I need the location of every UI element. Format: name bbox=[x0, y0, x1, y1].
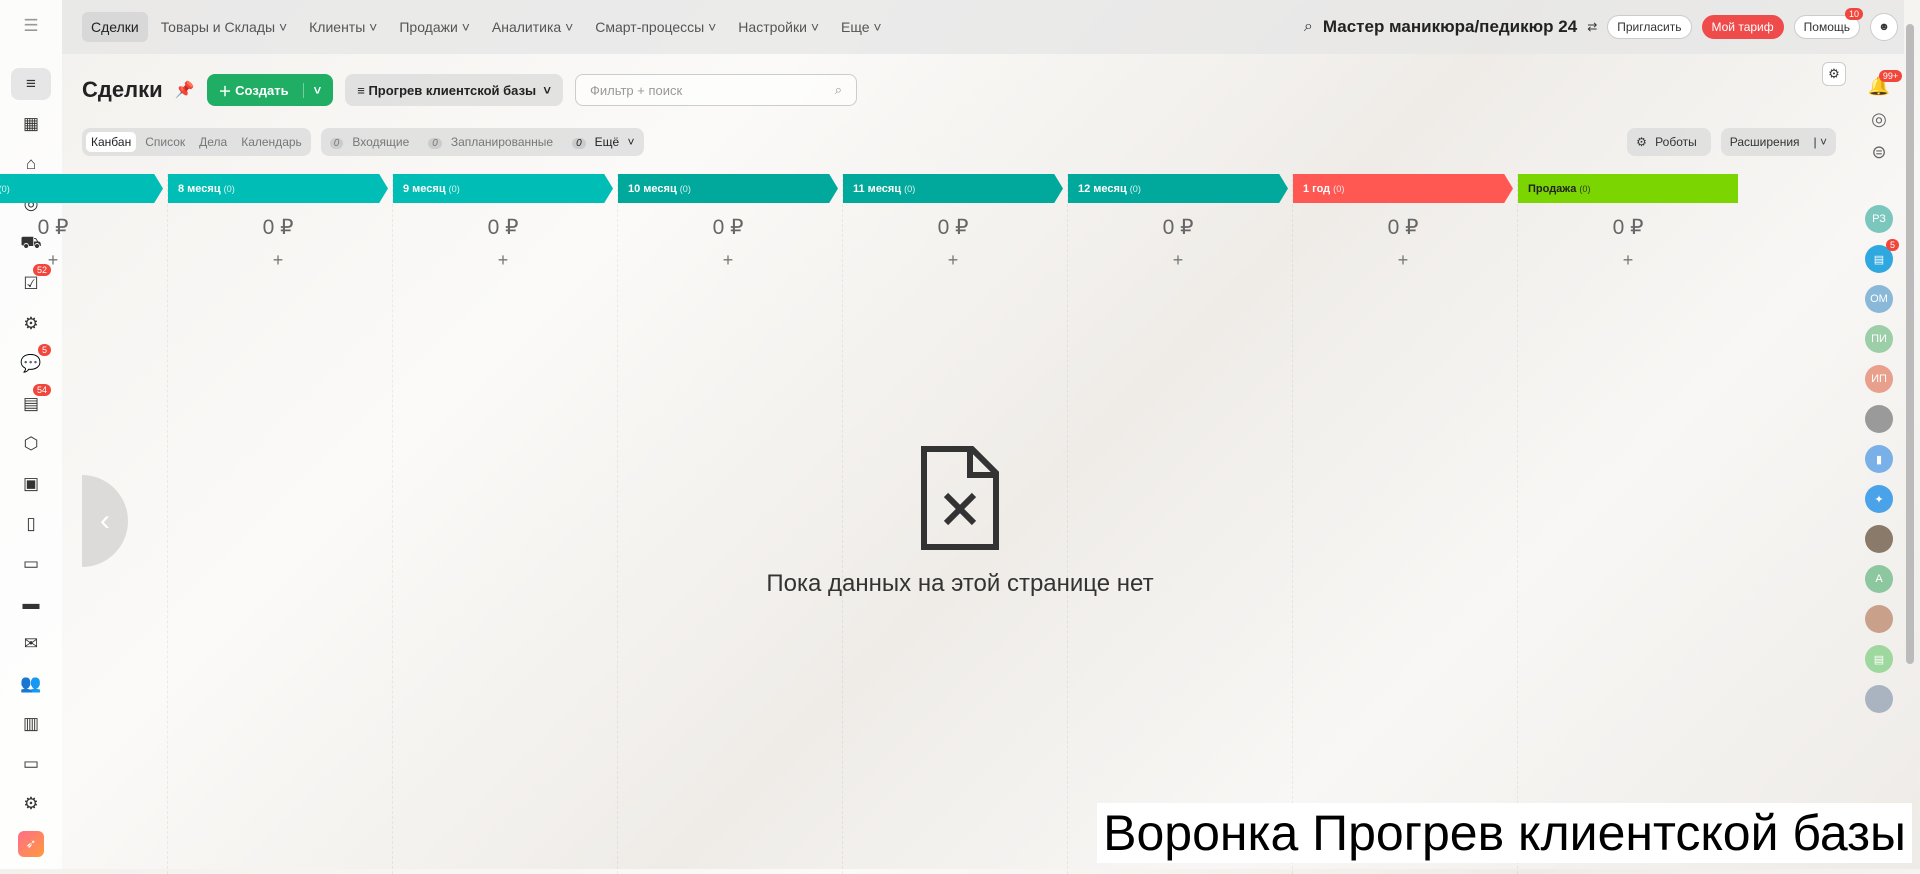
stage-header[interactable]: 7 месяц(0) bbox=[0, 174, 163, 203]
stage-header[interactable]: 8 месяц (0) bbox=[168, 174, 388, 203]
funnel-select[interactable]: ≡ Прогрев клиентской базы ˅ bbox=[345, 74, 563, 106]
add-deal-button[interactable]: + bbox=[168, 250, 388, 271]
chat-avatar[interactable]: ▤ 5 bbox=[1865, 239, 1899, 273]
avatar[interactable]: А bbox=[1865, 565, 1893, 593]
avatar[interactable]: РЗ bbox=[1865, 205, 1893, 233]
search-icon[interactable]: ⌕ bbox=[1304, 18, 1313, 36]
create-button[interactable]: ＋ Создать ˅ bbox=[206, 74, 334, 106]
nav-clients[interactable]: Клиенты ˅ bbox=[300, 12, 386, 42]
add-deal-button[interactable]: + bbox=[1068, 250, 1288, 271]
stage-sum: 0 ₽ bbox=[1612, 216, 1644, 239]
create-dropdown-icon: ˅ bbox=[302, 82, 321, 98]
avatar[interactable]: ✦ bbox=[1865, 485, 1893, 513]
pin-icon[interactable]: 📌 bbox=[175, 80, 195, 100]
kanban-column: 1 год (0) 0 ₽ + bbox=[1292, 174, 1513, 874]
nav-smart-processes[interactable]: Смарт-процессы ˅ bbox=[586, 12, 725, 42]
open-lines-icon[interactable]: ⊜ bbox=[1871, 142, 1886, 163]
robots-button[interactable]: ⚙ Роботы bbox=[1627, 128, 1711, 156]
top-bar: Сделки Товары и Склады ˅ Клиенты ˅ Прода… bbox=[62, 0, 1904, 54]
kanban-column: Продажа (0) 0 ₽ + bbox=[1517, 174, 1738, 874]
funnel-icon: ≡ bbox=[357, 82, 365, 98]
view-switcher: Канбан Список Дела Календарь 0 Входящие 0… bbox=[82, 128, 644, 156]
counter-more[interactable]: 0 Ещё ˅ bbox=[567, 132, 639, 152]
avatar[interactable]: ▤ bbox=[1865, 645, 1893, 673]
avatar[interactable]: ▮ bbox=[1865, 445, 1893, 473]
help-button[interactable]: Помощь 10 bbox=[1793, 8, 1863, 39]
avatar[interactable]: ПИ bbox=[1865, 325, 1893, 353]
stage-sum: 0 ₽ bbox=[937, 216, 969, 239]
calendar-icon[interactable]: ▦ bbox=[11, 108, 51, 140]
avatar[interactable] bbox=[1865, 405, 1893, 433]
caption: Воронка Прогрев клиентской базы bbox=[1097, 803, 1912, 863]
empty-file-icon bbox=[921, 446, 999, 550]
stage-sum: 0 ₽ bbox=[1162, 216, 1194, 239]
nav-more[interactable]: Еще ˅ bbox=[832, 12, 891, 42]
search-icon: ⌕ bbox=[834, 82, 842, 97]
page-title: Сделки bbox=[82, 77, 163, 102]
add-deal-button[interactable]: + bbox=[393, 250, 613, 271]
tab-activities[interactable]: Дела bbox=[194, 132, 232, 152]
copilot-icon[interactable]: ◎ bbox=[1871, 109, 1887, 130]
avatar[interactable] bbox=[1865, 525, 1893, 553]
tab-list[interactable]: Список bbox=[140, 132, 190, 152]
add-deal-button[interactable]: + bbox=[0, 250, 163, 271]
extensions-button[interactable]: Расширения | ˅ bbox=[1720, 128, 1836, 156]
stage-header[interactable]: 11 месяц (0) bbox=[843, 174, 1063, 203]
kanban-column: 8 месяц (0) 0 ₽ + bbox=[167, 174, 388, 874]
page-header: Сделки 📌 ＋ Создать ˅ ≡ Прогрев клиентской… bbox=[82, 74, 857, 106]
settings-gear-icon[interactable]: ⚙ bbox=[1822, 62, 1846, 86]
avatar[interactable]: ИП bbox=[1865, 365, 1893, 393]
add-deal-button[interactable]: + bbox=[1518, 250, 1738, 271]
counter-incoming[interactable]: 0 Входящие bbox=[325, 132, 419, 152]
empty-message: Пока данных на этой странице нет bbox=[766, 570, 1154, 597]
stage-header[interactable]: Продажа (0) bbox=[1518, 174, 1738, 203]
stage-header[interactable]: 10 месяц (0) bbox=[618, 174, 838, 203]
portal-settings-icon[interactable]: ⇄ bbox=[1587, 20, 1597, 34]
help-badge: 10 bbox=[1844, 8, 1863, 20]
stage-header[interactable]: 1 год (0) bbox=[1293, 174, 1513, 203]
menu-icon[interactable]: ☰ bbox=[11, 10, 51, 42]
empty-state: Пока данных на этой странице нет bbox=[720, 445, 1200, 598]
user-avatar[interactable]: ☻ bbox=[1870, 13, 1898, 41]
nav-analytics[interactable]: Аналитика ˅ bbox=[483, 12, 582, 42]
avatar[interactable] bbox=[1865, 685, 1893, 713]
portal-title: Мастер маникюра/педикюр 24 bbox=[1322, 17, 1578, 36]
stage-sum: 0 ₽ bbox=[487, 216, 519, 239]
stage-header[interactable]: 12 месяц (0) bbox=[1068, 174, 1288, 203]
tab-kanban[interactable]: Канбан bbox=[86, 132, 137, 152]
counter-planned[interactable]: 0 Запланированные bbox=[423, 132, 563, 152]
tariff-button[interactable]: Мой тариф bbox=[1701, 15, 1784, 39]
add-deal-button[interactable]: + bbox=[843, 250, 1063, 271]
nav-sales[interactable]: Продажи ˅ bbox=[390, 12, 479, 42]
nav-deals[interactable]: Сделки bbox=[82, 12, 148, 42]
filter-search-input[interactable]: Фильтр + поиск ⌕ bbox=[574, 74, 857, 106]
nav-products[interactable]: Товары и Склады ˅ bbox=[152, 12, 296, 42]
stage-sum: 0 ₽ bbox=[262, 216, 294, 239]
add-deal-button[interactable]: + bbox=[618, 250, 838, 271]
right-sidebar: 🔔 99+ ◎ ⊜ РЗ ▤ 5 ОМ ПИ ИП ▮ ✦ А ▤ bbox=[1854, 54, 1904, 869]
avatar[interactable]: ОМ bbox=[1865, 285, 1893, 313]
add-deal-button[interactable]: + bbox=[1293, 250, 1513, 271]
stage-header[interactable]: 9 месяц (0) bbox=[393, 174, 613, 203]
stage-sum: 0 ₽ bbox=[1387, 216, 1419, 239]
kanban-column: 9 месяц (0) 0 ₽ + bbox=[392, 174, 613, 874]
nav-settings[interactable]: Настройки ˅ bbox=[729, 12, 828, 42]
main-nav: Сделки Товары и Склады ˅ Клиенты ˅ Прода… bbox=[82, 12, 891, 42]
tab-calendar[interactable]: Календарь bbox=[236, 132, 307, 152]
invite-button[interactable]: Пригласить bbox=[1607, 15, 1692, 39]
vertical-scrollbar[interactable] bbox=[1906, 0, 1916, 869]
stage-sum: 0 ₽ bbox=[37, 216, 69, 239]
deals-funnel-icon[interactable]: ≡ bbox=[11, 68, 51, 100]
notifications-icon[interactable]: 🔔 99+ bbox=[1868, 70, 1903, 97]
stage-sum: 0 ₽ bbox=[712, 216, 744, 239]
avatar[interactable] bbox=[1865, 605, 1893, 633]
